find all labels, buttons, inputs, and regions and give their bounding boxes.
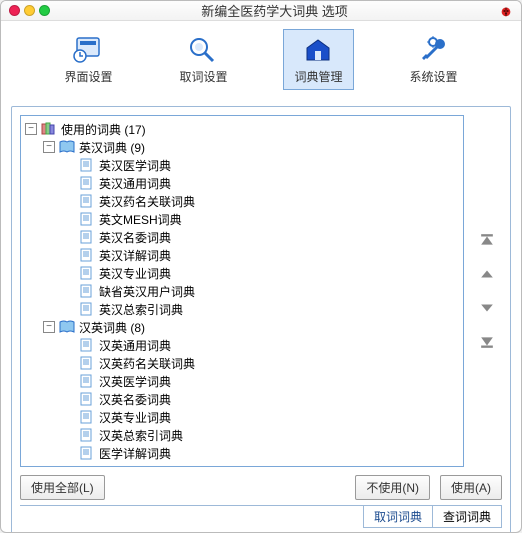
tree-label: 英汉详解词典 — [99, 247, 171, 264]
page-icon — [79, 302, 95, 316]
tree-label: 汉英药名关联词典 — [99, 355, 195, 372]
page-icon — [79, 410, 95, 424]
tree-item[interactable]: 英汉药名关联词典 — [25, 192, 459, 210]
tree-item[interactable]: 英汉通用词典 — [25, 174, 459, 192]
tree-label: 英汉药名关联词典 — [99, 193, 195, 210]
tool-label: 界面设置 — [64, 68, 112, 85]
page-icon — [79, 338, 95, 352]
tree-item[interactable]: 汉英通用词典 — [25, 336, 459, 354]
tree-root: −使用的词典 (17)−英汉词典 (9)英汉医学词典英汉通用词典英汉药名关联词典… — [25, 120, 459, 462]
tab-capture-dict[interactable]: 取词词典 — [363, 506, 433, 528]
tree-item[interactable]: 英汉医学词典 — [25, 156, 459, 174]
page-icon — [79, 374, 95, 388]
use-all-button[interactable]: 使用全部(L) — [20, 475, 105, 500]
expand-toggle[interactable]: − — [43, 141, 55, 153]
ladybug-icon — [499, 4, 513, 18]
tool-label: 取词设置 — [179, 68, 227, 85]
tree-label: 汉英总索引词典 — [99, 427, 183, 444]
tool-label: 词典管理 — [294, 68, 342, 85]
minimize-icon[interactable] — [24, 5, 35, 16]
tree-label[interactable]: 使用的词典 (17) — [61, 121, 146, 138]
page-icon — [79, 230, 95, 244]
tree-item[interactable]: 英文MESH词典 — [25, 210, 459, 228]
expand-toggle[interactable]: − — [43, 321, 55, 333]
tree-label: 汉英名委词典 — [99, 391, 171, 408]
tree-item[interactable]: 汉英医学词典 — [25, 372, 459, 390]
page-icon — [79, 428, 95, 442]
toolbar: 界面设置 取词设置 词典管理 系统设置 — [1, 21, 521, 96]
page-icon — [79, 176, 95, 190]
tool-label: 系统设置 — [409, 68, 457, 85]
dict-tabs: 取词词典查词词典 — [20, 505, 502, 528]
page-icon — [79, 158, 95, 172]
dict-tree[interactable]: −使用的词典 (17)−英汉词典 (9)英汉医学词典英汉通用词典英汉药名关联词典… — [20, 115, 464, 467]
tree-label: 汉英医学词典 — [99, 373, 171, 390]
tree-label: 医学详解词典 — [99, 445, 171, 462]
tree-item[interactable]: 英汉专业词典 — [25, 264, 459, 282]
books-icon — [41, 122, 57, 136]
tree-label: 缺省英汉用户词典 — [99, 283, 195, 300]
tree-label: 英汉专业词典 — [99, 265, 171, 282]
move-bottom-button[interactable] — [476, 331, 498, 353]
reorder-controls — [472, 115, 502, 467]
options-window: 新编全医药学大词典 选项 界面设置取词设置词典管理系统设置 −使用的词典 (17… — [0, 0, 522, 533]
page-icon — [79, 194, 95, 208]
tree-item[interactable]: 英汉名委词典 — [25, 228, 459, 246]
tree-item[interactable]: 汉英专业词典 — [25, 408, 459, 426]
page-icon — [79, 284, 95, 298]
tree-item[interactable]: 汉英药名关联词典 — [25, 354, 459, 372]
tool-capture-settings[interactable]: 取词设置 — [168, 29, 238, 90]
use-button[interactable]: 使用(A) — [440, 475, 502, 500]
book-icon — [59, 140, 75, 154]
tree-label: 英汉医学词典 — [99, 157, 171, 174]
tree-item[interactable]: 英汉详解词典 — [25, 246, 459, 264]
page-icon — [79, 356, 95, 370]
tab-lookup-dict[interactable]: 查词词典 — [432, 506, 502, 528]
zoom-icon[interactable] — [39, 5, 50, 16]
tree-item[interactable]: 汉英总索引词典 — [25, 426, 459, 444]
tree-label[interactable]: 英汉词典 (9) — [79, 139, 145, 156]
tree-label: 汉英专业词典 — [99, 409, 171, 426]
tree-item[interactable]: 医学详解词典 — [25, 444, 459, 462]
tree-label[interactable]: 汉英词典 (8) — [79, 319, 145, 336]
expand-toggle[interactable]: − — [25, 123, 37, 135]
tree-item[interactable]: 英汉总索引词典 — [25, 300, 459, 318]
page-icon — [79, 212, 95, 226]
tree-label: 英文MESH词典 — [99, 211, 182, 228]
move-down-button[interactable] — [476, 297, 498, 319]
tree-label: 汉英通用词典 — [99, 337, 171, 354]
main-panel: −使用的词典 (17)−英汉词典 (9)英汉医学词典英汉通用词典英汉药名关联词典… — [11, 106, 511, 533]
tree-label: 英汉总索引词典 — [99, 301, 183, 318]
tool-ui-settings[interactable]: 界面设置 — [53, 29, 123, 90]
page-icon — [79, 266, 95, 280]
page-icon — [79, 446, 95, 460]
tree-item[interactable]: 汉英名委词典 — [25, 390, 459, 408]
window-controls — [9, 5, 50, 16]
close-icon[interactable] — [9, 5, 20, 16]
move-top-button[interactable] — [476, 229, 498, 251]
page-icon — [79, 392, 95, 406]
unuse-button[interactable]: 不使用(N) — [355, 475, 430, 500]
tree-label: 英汉名委词典 — [99, 229, 171, 246]
tree-label: 英汉通用词典 — [99, 175, 171, 192]
book-icon — [59, 320, 75, 334]
tool-dict-manage[interactable]: 词典管理 — [283, 29, 353, 90]
window-title: 新编全医药学大词典 选项 — [50, 1, 499, 20]
tool-system-settings[interactable]: 系统设置 — [398, 29, 468, 90]
tree-item[interactable]: 缺省英汉用户词典 — [25, 282, 459, 300]
page-icon — [79, 248, 95, 262]
move-up-button[interactable] — [476, 263, 498, 285]
titlebar: 新编全医药学大词典 选项 — [1, 1, 521, 21]
